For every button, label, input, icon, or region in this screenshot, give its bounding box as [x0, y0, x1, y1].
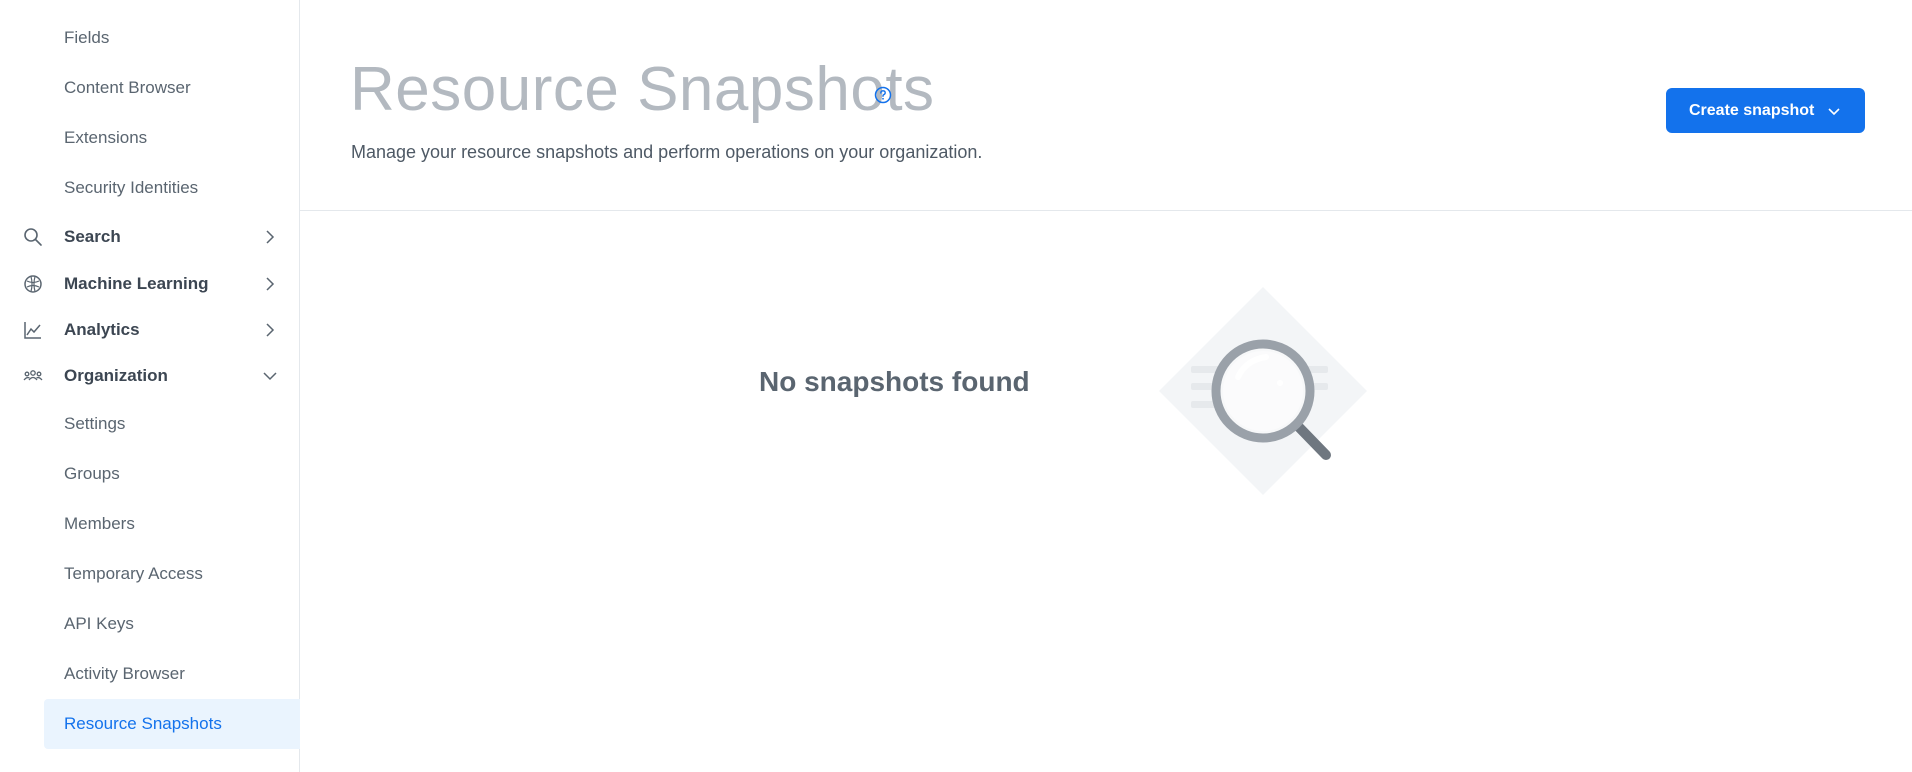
sidebar-item-label: Members: [64, 514, 135, 533]
organization-icon: [22, 365, 44, 387]
sidebar-item-members[interactable]: Members: [44, 499, 300, 549]
sidebar-item-label: Temporary Access: [64, 564, 203, 583]
sidebar-item-label: Activity Browser: [64, 664, 185, 683]
page-title: Resource Snapshots: [350, 55, 935, 124]
sidebar-section-label: Organization: [64, 366, 168, 385]
sidebar-item-security-identities[interactable]: Security Identities: [44, 163, 300, 213]
empty-state-message: No snapshots found: [759, 366, 1030, 397]
sidebar-item-label: Fields: [64, 28, 110, 47]
sidebar-section-machine-learning[interactable]: Machine Learning: [0, 261, 299, 307]
sidebar-item-label: Extensions: [64, 128, 148, 147]
sidebar-item-label: Content Browser: [64, 78, 191, 97]
sidebar-item-label: Security Identities: [64, 178, 199, 197]
sidebar-item-label: Settings: [64, 414, 126, 433]
app-root: Fields Content Browser Extensions Securi…: [0, 0, 1912, 772]
page-subtitle: Manage your resource snapshots and perfo…: [351, 142, 983, 162]
sidebar-section-analytics[interactable]: Analytics: [0, 307, 299, 353]
sidebar-item-fields[interactable]: Fields: [44, 13, 300, 63]
sidebar-item-label: API Keys: [64, 614, 134, 633]
create-snapshot-button[interactable]: Create snapshot: [1666, 88, 1865, 133]
sidebar-item-activity-browser[interactable]: Activity Browser: [44, 649, 300, 699]
machine-learning-icon: [22, 273, 44, 295]
search-icon: [22, 226, 44, 248]
chevron-right-icon: [263, 323, 277, 337]
sidebar-item-groups[interactable]: Groups: [44, 449, 300, 499]
main-content: Resource Snapshots Manage your resource …: [300, 0, 1912, 772]
sidebar-item-extensions[interactable]: Extensions: [44, 113, 300, 163]
sidebar-section-label: Analytics: [64, 320, 140, 339]
sidebar-item-content-browser[interactable]: Content Browser: [44, 63, 300, 113]
sidebar-section-search[interactable]: Search: [0, 214, 299, 260]
sidebar-item-api-keys[interactable]: API Keys: [44, 599, 300, 649]
sidebar-item-label: Resource Snapshots: [64, 714, 222, 733]
sidebar-section-label: Machine Learning: [64, 274, 209, 293]
chevron-down-icon: [1827, 104, 1841, 118]
analytics-icon: [22, 319, 44, 341]
chevron-right-icon: [263, 277, 277, 291]
sidebar: Fields Content Browser Extensions Securi…: [0, 0, 300, 772]
sidebar-item-label: Groups: [64, 464, 120, 483]
chevron-down-icon: [263, 369, 277, 383]
sidebar-section-label: Search: [64, 227, 121, 246]
page-header: Resource Snapshots Manage your resource …: [300, 0, 1912, 211]
sidebar-item-settings[interactable]: Settings: [44, 399, 300, 449]
sidebar-section-organization[interactable]: Organization: [0, 353, 299, 399]
create-snapshot-label: Create snapshot: [1689, 101, 1815, 119]
chevron-right-icon: [263, 230, 277, 244]
magnifying-glass-icon: [1156, 282, 1376, 502]
help-icon[interactable]: [874, 86, 892, 104]
sidebar-item-resource-snapshots[interactable]: Resource Snapshots: [44, 699, 300, 749]
sidebar-item-temporary-access[interactable]: Temporary Access: [44, 549, 300, 599]
